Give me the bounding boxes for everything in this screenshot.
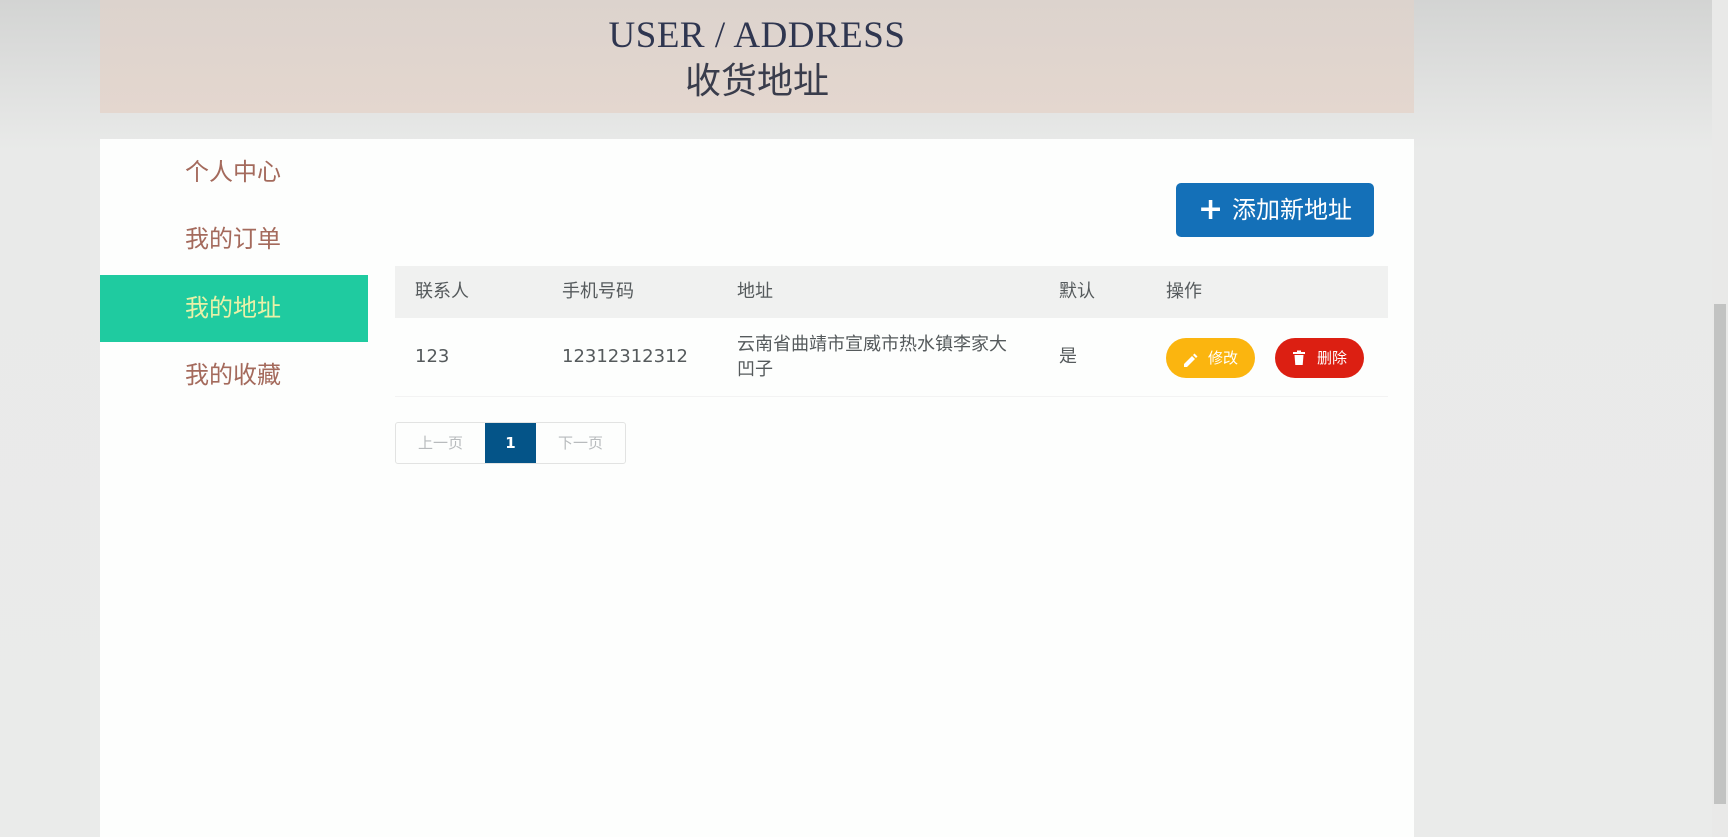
- content-panel: 个人中心 我的订单 我的地址 我的收藏 + 添加新地址 联系人 手机号码 地址 …: [100, 139, 1414, 837]
- table-header: 联系人 手机号码 地址 默认 操作: [395, 266, 1388, 318]
- sidebar-item-profile[interactable]: 个人中心: [100, 139, 368, 206]
- cell-contact: 123: [415, 346, 450, 367]
- scrollbar-thumb[interactable]: [1714, 304, 1726, 804]
- prev-page-button[interactable]: 上一页: [396, 423, 485, 463]
- next-page-button[interactable]: 下一页: [536, 423, 625, 463]
- pencil-icon: [1181, 338, 1199, 378]
- delete-address-button[interactable]: 删除: [1275, 338, 1364, 378]
- add-address-button[interactable]: + 添加新地址: [1176, 183, 1374, 237]
- sidebar-item-label: 我的收藏: [185, 361, 281, 389]
- column-header-default: 默认: [1059, 281, 1095, 302]
- banner-title-cn: 收货地址: [684, 61, 829, 102]
- sidebar-item-label: 我的订单: [185, 225, 281, 253]
- table-row: 123 12312312312 云南省曲靖市宣威市热水镇李家大凹子 是 修改 删…: [395, 318, 1388, 397]
- trash-icon: [1290, 338, 1308, 378]
- cell-default: 是: [1059, 346, 1077, 367]
- sidebar-item-orders[interactable]: 我的订单: [100, 206, 368, 273]
- column-header-phone: 手机号码: [562, 281, 634, 302]
- sidebar-item-addresses[interactable]: 我的地址: [100, 275, 368, 342]
- address-table: 联系人 手机号码 地址 默认 操作 123 12312312312 云南省曲靖市…: [395, 266, 1388, 397]
- column-header-address: 地址: [737, 281, 773, 302]
- sidebar-item-label: 我的地址: [185, 294, 281, 322]
- column-header-contact: 联系人: [415, 281, 469, 302]
- sidebar-item-favorites[interactable]: 我的收藏: [100, 342, 368, 409]
- delete-label: 删除: [1317, 349, 1348, 367]
- add-address-label: 添加新地址: [1232, 196, 1352, 224]
- banner-title-en: USER / ADDRESS: [608, 15, 906, 56]
- cell-address: 云南省曲靖市宣威市热水镇李家大凹子: [737, 334, 1007, 380]
- edit-label: 修改: [1208, 349, 1239, 367]
- page-number-current[interactable]: 1: [485, 423, 536, 463]
- vertical-scrollbar[interactable]: [1712, 0, 1728, 837]
- plus-icon: +: [1198, 192, 1224, 227]
- page-banner: USER / ADDRESS 收货地址: [100, 0, 1414, 113]
- edit-address-button[interactable]: 修改: [1166, 338, 1255, 378]
- column-header-actions: 操作: [1166, 281, 1202, 302]
- cell-phone: 12312312312: [562, 346, 688, 367]
- pagination: 上一页 1 下一页: [395, 422, 626, 464]
- sidebar-item-label: 个人中心: [185, 158, 281, 186]
